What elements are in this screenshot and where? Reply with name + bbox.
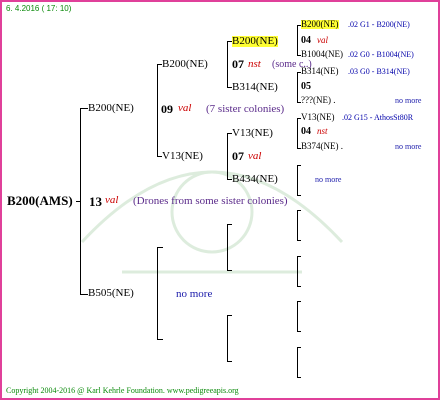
gen3-d-bracket-line <box>297 165 298 195</box>
root-connector <box>76 201 80 202</box>
gen3-c-quality: nst <box>317 126 328 136</box>
gen3-b-bracket-line <box>297 72 298 102</box>
gen2-b-bracket-line <box>227 133 228 179</box>
empty-bracket-tick <box>297 210 301 211</box>
empty-bracket-line <box>227 315 228 361</box>
empty-bracket-tick <box>227 270 232 271</box>
gen4-d-label[interactable]: ???(NE) . <box>301 96 335 105</box>
gen4-a-extra: .02 G1 - B200(NE) <box>348 20 410 29</box>
empty-bracket-tick <box>297 286 301 287</box>
root-quality: val <box>105 194 119 206</box>
empty-bracket-tick <box>227 224 232 225</box>
gen3-d-label[interactable]: B434(NE) <box>232 174 278 185</box>
empty-bracket-line <box>227 224 228 270</box>
root-queen-label[interactable]: B200(AMS) <box>7 194 73 207</box>
gen4-f-label[interactable]: B374(NE) . <box>301 142 343 151</box>
gen4-a-label[interactable]: B200(NE) <box>301 20 339 29</box>
gen1-bottom-label[interactable]: B505(NE) <box>88 288 134 299</box>
gen2-a-quality: nst <box>248 58 261 70</box>
empty-bracket-line <box>297 347 298 377</box>
gen4-b-label[interactable]: B1004(NE) <box>301 50 343 59</box>
gen4-f-no-more: no more <box>395 142 422 151</box>
gen3-a-bracket-line <box>297 25 298 55</box>
gen3-c-number: 04 <box>301 126 311 137</box>
gen1-bottom-connector <box>80 294 88 295</box>
gen3-b-number: 05 <box>301 81 311 92</box>
gen3-d-no-more: no more <box>315 175 342 184</box>
gen2-b-number: 07 <box>232 149 244 163</box>
gen1-top-number: 09 <box>161 102 173 116</box>
root-bracket-line <box>80 108 81 294</box>
gen2-a-bracket-line <box>227 41 228 87</box>
empty-bracket-tick <box>297 256 301 257</box>
empty-bracket-tick <box>297 301 301 302</box>
empty-bracket-line <box>297 301 298 331</box>
gen4-b-extra: .02 G0 - B1004(NE) <box>348 50 414 59</box>
empty-bracket-tick <box>297 240 301 241</box>
empty-bracket-line <box>297 210 298 240</box>
empty-bracket-line <box>297 256 298 286</box>
empty-bracket-tick <box>297 331 301 332</box>
gen4-e-label[interactable]: V13(NE) <box>301 113 335 122</box>
gen1-top-connector <box>80 108 88 109</box>
root-number: 13 <box>89 194 102 209</box>
gen2-a-label[interactable]: B200(NE) <box>162 59 208 70</box>
pedigree-frame: 6. 4.2016 ( 17: 10) B200(AMS) 13 val (Dr… <box>0 0 440 400</box>
gen2-a-number: 07 <box>232 57 244 71</box>
gen1-top-label[interactable]: B200(NE) <box>88 103 134 114</box>
gen3-d-bracket-top <box>297 165 301 166</box>
empty-bracket-tick <box>297 377 301 378</box>
gen1-bottom-bracket-top <box>157 247 163 248</box>
gen3-a-number: 04 <box>301 35 311 46</box>
gen1-bottom-bracket-line <box>157 247 158 339</box>
empty-bracket-tick <box>297 347 301 348</box>
gen3-a-quality: val <box>317 35 328 45</box>
gen4-c-label[interactable]: B314(NE) <box>301 67 339 76</box>
gen1-top-quality: val <box>178 102 192 114</box>
gen1-top-comment: (7 sister colonies) <box>206 103 285 115</box>
gen2-b-label[interactable]: V13(NE) <box>162 151 203 162</box>
gen2-b-quality: val <box>248 150 262 162</box>
gen1-top-bracket-line <box>157 64 158 156</box>
date-stamp: 6. 4.2016 ( 17: 10) <box>6 4 72 13</box>
copyright-footer: Copyright 2004-2016 @ Karl Kehrle Founda… <box>6 386 239 395</box>
gen1-bottom-no-more: no more <box>176 288 213 300</box>
gen3-c-bracket-line <box>297 118 298 148</box>
gen3-d-bracket-bottom <box>297 195 301 196</box>
empty-bracket-tick <box>227 361 232 362</box>
gen1-bottom-bracket-bottom <box>157 339 163 340</box>
watermark-arc <box>80 170 344 244</box>
gen3-b-label[interactable]: B314(NE) <box>232 82 278 93</box>
root-comment: (Drones from some sister colonies) <box>133 195 288 207</box>
empty-bracket-tick <box>227 315 232 316</box>
gen3-c-label[interactable]: V13(NE) <box>232 128 273 139</box>
gen3-a-label[interactable]: B200(NE) <box>232 36 278 47</box>
gen4-e-extra: .02 G15 - AthosSt80R <box>342 113 414 122</box>
gen4-c-extra: .03 G0 - B314(NE) <box>348 67 410 76</box>
gen4-d-no-more: no more <box>395 96 422 105</box>
